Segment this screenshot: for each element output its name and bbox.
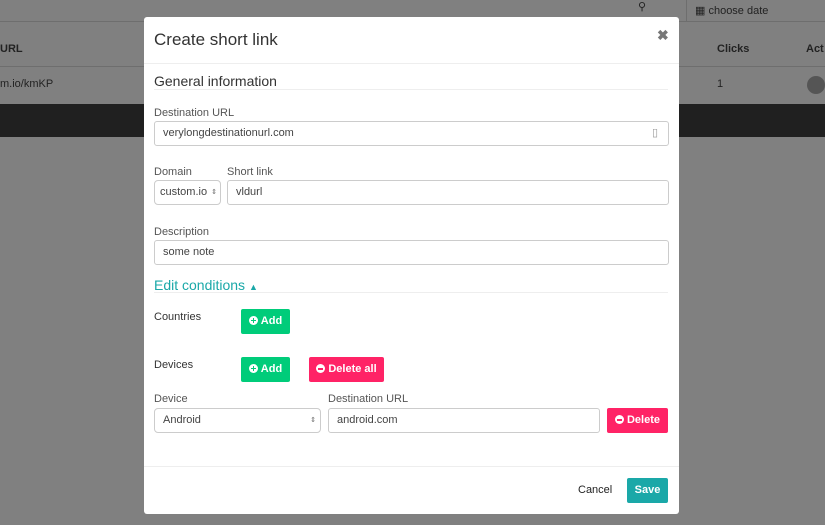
button-label: Delete all — [328, 363, 377, 375]
date-picker[interactable]: ▦ choose date — [686, 0, 825, 22]
description-label: Description — [154, 226, 210, 238]
short-link-value: vldurl — [236, 186, 263, 198]
calendar-icon: ▦ — [695, 5, 709, 17]
short-link-label: Short link — [227, 166, 273, 178]
delete-all-devices-button[interactable]: Delete all — [309, 357, 384, 382]
minus-circle-icon — [614, 415, 624, 424]
date-placeholder: choose date — [708, 5, 769, 17]
description-value: some note — [163, 246, 215, 258]
header-divider — [144, 63, 679, 64]
row-short-url[interactable]: m.io/kmKP — [0, 78, 53, 90]
device-select[interactable]: Android ⇕ — [154, 408, 321, 433]
destination-url-input[interactable]: verylongdestinationurl.com ▯ — [154, 121, 669, 146]
cancel-button[interactable]: Cancel — [578, 484, 612, 496]
column-header-clicks: Clicks — [717, 43, 750, 55]
clipboard-icon[interactable]: ▯ — [652, 122, 658, 145]
domain-label: Domain — [154, 166, 192, 178]
select-arrows-icon: ⇕ — [211, 189, 217, 196]
plus-circle-icon — [248, 364, 258, 373]
caret-up-icon: ▲ — [248, 282, 258, 292]
column-header-url: URL — [0, 43, 23, 55]
section-divider — [154, 89, 668, 90]
short-link-input[interactable]: vldurl — [227, 180, 669, 205]
row-action-icon[interactable] — [807, 76, 825, 94]
plus-circle-icon — [248, 316, 258, 325]
description-input[interactable]: some note — [154, 240, 669, 265]
button-label: Delete — [626, 414, 661, 426]
delete-condition-button[interactable]: Delete — [607, 408, 668, 433]
edit-conditions-label: Edit conditions — [154, 277, 246, 293]
condition-url-value: android.com — [337, 414, 398, 426]
minus-circle-icon — [316, 364, 326, 373]
button-label: Add — [260, 315, 283, 327]
add-device-button[interactable]: Add — [241, 357, 290, 382]
column-header-actions: Act — [806, 43, 824, 55]
footer-divider — [144, 466, 679, 467]
destination-url-value: verylongdestinationurl.com — [163, 127, 294, 139]
add-country-button[interactable]: Add — [241, 309, 290, 334]
save-button[interactable]: Save — [627, 478, 668, 503]
domain-value: custom.io — [160, 186, 208, 198]
general-information-heading: General information — [154, 73, 277, 89]
create-short-link-modal: Create short link ✖ General information … — [144, 17, 679, 514]
close-icon[interactable]: ✖ — [657, 27, 669, 44]
condition-url-input[interactable]: android.com — [328, 408, 600, 433]
device-label: Device — [154, 393, 188, 405]
section-divider — [154, 292, 668, 293]
modal-title: Create short link — [154, 30, 278, 49]
condition-url-label: Destination URL — [328, 393, 409, 405]
destination-url-label: Destination URL — [154, 107, 235, 119]
edit-conditions-toggle[interactable]: Edit conditions ▲ — [154, 277, 258, 293]
device-value: Android — [163, 414, 201, 426]
countries-label: Countries — [154, 311, 202, 323]
row-clicks: 1 — [717, 78, 724, 90]
domain-select[interactable]: custom.io ⇕ — [154, 180, 221, 205]
button-label: Add — [260, 363, 283, 375]
devices-label: Devices — [154, 359, 194, 371]
select-arrows-icon: ⇕ — [310, 417, 316, 424]
